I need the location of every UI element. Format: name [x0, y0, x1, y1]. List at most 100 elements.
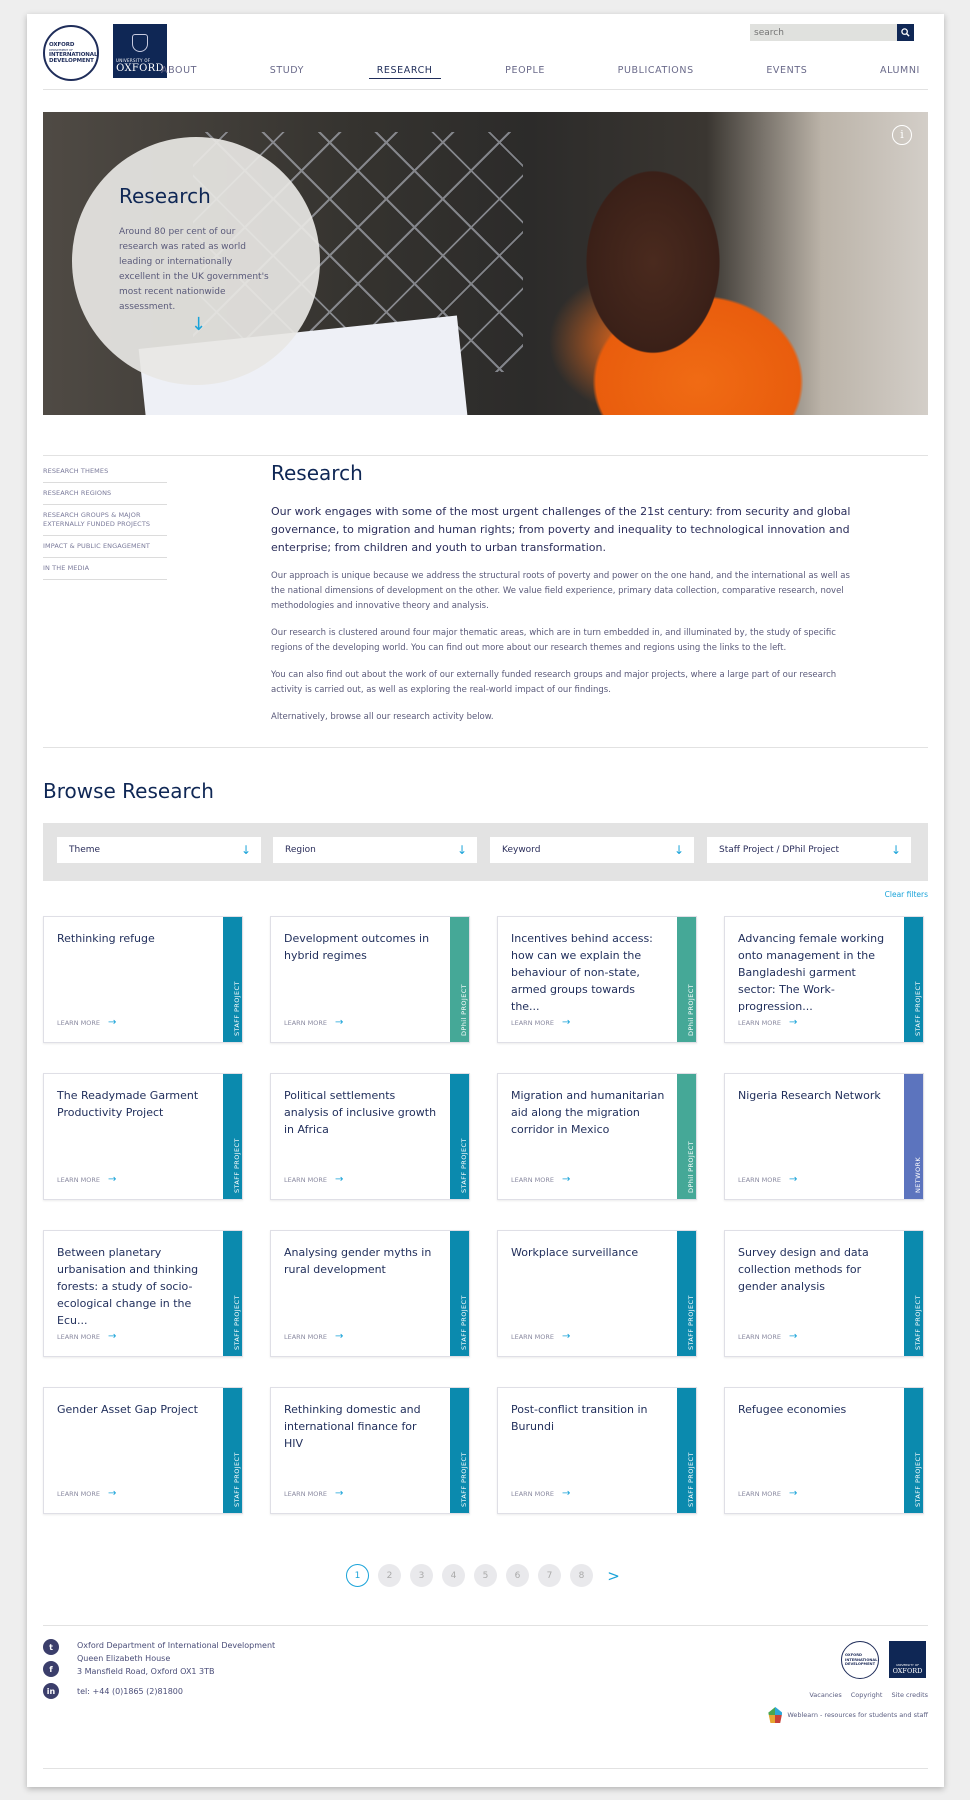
vacancies-link[interactable]: Vacancies: [809, 1691, 841, 1699]
research-card[interactable]: Development outcomes in hybrid regimes LE…: [270, 916, 470, 1043]
filter-theme[interactable]: Theme ↓: [57, 837, 261, 863]
arrow-right-icon: →: [788, 1488, 798, 1499]
filter-region[interactable]: Region ↓: [273, 837, 477, 863]
learn-more-link[interactable]: LEARN MORE →: [511, 1174, 570, 1185]
card-title[interactable]: Advancing female working onto management…: [738, 930, 893, 1015]
learn-more-link[interactable]: LEARN MORE →: [57, 1174, 116, 1185]
lead-paragraph: Our work engages with some of the most u…: [271, 505, 851, 554]
site-credits-link[interactable]: Site credits: [891, 1691, 928, 1699]
research-card[interactable]: Political settlements analysis of inclus…: [270, 1073, 470, 1200]
sidenav-research-regions[interactable]: RESEARCH REGIONS: [43, 483, 167, 505]
project-type-tag: STAFF PROJECT: [450, 1388, 469, 1513]
card-title[interactable]: Incentives behind access: how can we exp…: [511, 930, 666, 1015]
research-card[interactable]: Incentives behind access: how can we exp…: [497, 916, 697, 1043]
research-card[interactable]: Refugee economies LEARN MORE → STAFF PROJEC…: [724, 1387, 924, 1514]
research-card[interactable]: Between planetary urbanisation and think…: [43, 1230, 243, 1357]
research-card[interactable]: The Readymade Garment Productivity Proje…: [43, 1073, 243, 1200]
next-page-button[interactable]: >: [602, 1564, 625, 1587]
search-button[interactable]: [897, 24, 914, 41]
card-title[interactable]: Migration and humanitarian aid along the…: [511, 1087, 666, 1138]
learn-more-link[interactable]: LEARN MORE →: [738, 1174, 797, 1185]
idd-logo[interactable]: OXFORD DEPARTMENT OF INTERNATIONAL DEVEL…: [43, 25, 99, 81]
card-title[interactable]: Refugee economies: [738, 1401, 893, 1418]
learn-more-link[interactable]: LEARN MORE →: [284, 1488, 343, 1499]
project-type-tag: STAFF PROJECT: [904, 1388, 923, 1513]
card-title[interactable]: Rethinking domestic and international fi…: [284, 1401, 439, 1452]
card-title[interactable]: Between planetary urbanisation and think…: [57, 1244, 212, 1329]
arrow-right-icon: →: [107, 1174, 117, 1185]
page-4[interactable]: 4: [442, 1564, 465, 1587]
card-title[interactable]: Post-conflict transition in Burundi: [511, 1401, 666, 1435]
learn-more-link[interactable]: LEARN MORE →: [511, 1488, 570, 1499]
learn-more-link[interactable]: LEARN MORE →: [57, 1017, 116, 1028]
learn-more-link[interactable]: LEARN MORE →: [511, 1017, 570, 1028]
nav-events[interactable]: EVENTS: [758, 65, 815, 79]
learn-more-link[interactable]: LEARN MORE →: [284, 1174, 343, 1185]
sidenav-research-groups[interactable]: RESEARCH GROUPS & MAJOR EXTERNALLY FUNDE…: [43, 505, 167, 536]
research-card[interactable]: Analysing gender myths in rural developm…: [270, 1230, 470, 1357]
learn-more-link[interactable]: LEARN MORE →: [57, 1488, 116, 1499]
learn-more-link[interactable]: LEARN MORE →: [284, 1331, 343, 1342]
hero-banner: Research Around 80 per cent of our resea…: [43, 112, 928, 415]
research-card[interactable]: Survey design and data collection method…: [724, 1230, 924, 1357]
sidenav-in-the-media[interactable]: IN THE MEDIA: [43, 558, 167, 580]
nav-publications[interactable]: PUBLICATIONS: [610, 65, 702, 79]
page-8[interactable]: 8: [570, 1564, 593, 1587]
arrow-down-icon[interactable]: ↓: [191, 314, 206, 335]
card-title[interactable]: Development outcomes in hybrid regimes: [284, 930, 439, 964]
research-card[interactable]: Rethinking domestic and international fi…: [270, 1387, 470, 1514]
linkedin-icon[interactable]: in: [43, 1683, 59, 1699]
learn-more-link[interactable]: LEARN MORE →: [284, 1017, 343, 1028]
project-type-tag: STAFF PROJECT: [450, 1074, 469, 1199]
card-title[interactable]: Gender Asset Gap Project: [57, 1401, 212, 1418]
weblearn-link[interactable]: Weblearn - resources for students and st…: [768, 1707, 928, 1723]
filter-keyword[interactable]: Keyword ↓: [490, 837, 694, 863]
card-title[interactable]: Nigeria Research Network: [738, 1087, 893, 1104]
facebook-icon[interactable]: f: [43, 1661, 59, 1677]
project-type-tag: STAFF PROJECT: [450, 1231, 469, 1356]
twitter-icon[interactable]: t: [43, 1639, 59, 1655]
card-title[interactable]: Political settlements analysis of inclus…: [284, 1087, 439, 1138]
footer-idd-logo[interactable]: OXFORD INTERNATIONAL DEVELOPMENT: [841, 1641, 879, 1679]
clear-filters-link[interactable]: Clear filters: [885, 890, 928, 899]
nav-study[interactable]: STUDY: [262, 65, 312, 79]
project-type-tag: DPhil PROJECT: [450, 917, 469, 1042]
research-card[interactable]: Rethinking refuge LEARN MORE → STAFF PROJEC…: [43, 916, 243, 1043]
learn-more-link[interactable]: LEARN MORE →: [511, 1331, 570, 1342]
sidenav-research-themes[interactable]: RESEARCH THEMES: [43, 461, 167, 483]
card-title[interactable]: Workplace surveillance: [511, 1244, 666, 1261]
card-title[interactable]: Analysing gender myths in rural developm…: [284, 1244, 439, 1278]
page-1[interactable]: 1: [346, 1564, 369, 1587]
page-3[interactable]: 3: [410, 1564, 433, 1587]
filter-project-type[interactable]: Staff Project / DPhil Project ↓: [707, 837, 911, 863]
research-card[interactable]: Post-conflict transition in Burundi LEARN…: [497, 1387, 697, 1514]
card-title[interactable]: Rethinking refuge: [57, 930, 212, 947]
sidenav-impact[interactable]: IMPACT & PUBLIC ENGAGEMENT: [43, 536, 167, 558]
copyright-link[interactable]: Copyright: [851, 1691, 883, 1699]
page-6[interactable]: 6: [506, 1564, 529, 1587]
page-5[interactable]: 5: [474, 1564, 497, 1587]
footer-oxford-logo[interactable]: UNIVERSITY OF OXFORD: [889, 1641, 926, 1678]
research-card[interactable]: Gender Asset Gap Project LEARN MORE → STAFF…: [43, 1387, 243, 1514]
nav-alumni[interactable]: ALUMNI: [872, 65, 928, 79]
research-card[interactable]: Workplace surveillance LEARN MORE → STAFF P…: [497, 1230, 697, 1357]
research-card[interactable]: Nigeria Research Network LEARN MORE → NETWO…: [724, 1073, 924, 1200]
info-icon[interactable]: i: [892, 125, 912, 145]
page-2[interactable]: 2: [378, 1564, 401, 1587]
research-card[interactable]: Migration and humanitarian aid along the…: [497, 1073, 697, 1200]
card-title[interactable]: The Readymade Garment Productivity Proje…: [57, 1087, 212, 1121]
arrow-right-icon: →: [334, 1017, 344, 1028]
arrow-right-icon: →: [107, 1488, 117, 1499]
nav-about[interactable]: ABOUT: [153, 65, 205, 79]
search-input[interactable]: [750, 24, 897, 41]
research-card[interactable]: Advancing female working onto management…: [724, 916, 924, 1043]
learn-more-link[interactable]: LEARN MORE →: [738, 1331, 797, 1342]
learn-more-link[interactable]: LEARN MORE →: [738, 1017, 797, 1028]
nav-research[interactable]: RESEARCH: [368, 65, 441, 79]
card-title[interactable]: Survey design and data collection method…: [738, 1244, 893, 1295]
learn-more-link[interactable]: LEARN MORE →: [738, 1488, 797, 1499]
footer-bottom-divider: [43, 1768, 928, 1769]
page-7[interactable]: 7: [538, 1564, 561, 1587]
learn-more-link[interactable]: LEARN MORE →: [57, 1331, 116, 1342]
nav-people[interactable]: PEOPLE: [497, 65, 553, 79]
